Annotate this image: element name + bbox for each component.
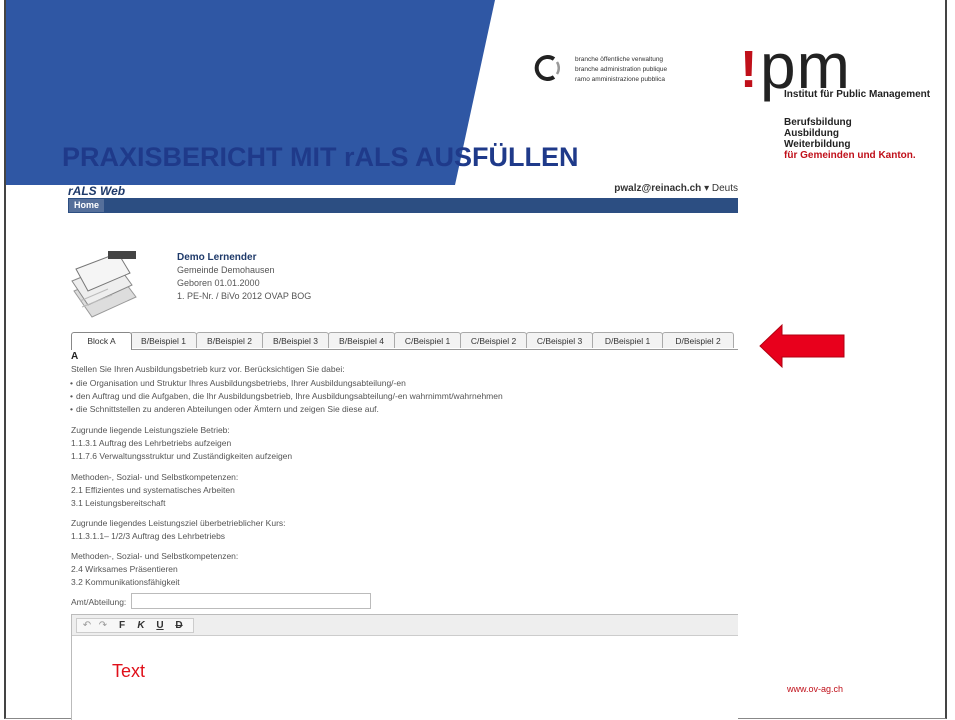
intro-text: Stellen Sie Ihren Ausbildungsbetrieb kur… [71, 364, 345, 374]
user-email[interactable]: pwalz@reinach.ch [614, 183, 701, 194]
bullet-item: den Auftrag und die Aufgaben, die Ihr Au… [70, 391, 503, 401]
footer-url: www.ov-ag.ch [787, 684, 844, 694]
section-item: 3.1 Leistungsbereitschaft [71, 498, 166, 508]
ipm-list-item: Ausbildung [784, 128, 839, 139]
circle-arc-logo-icon [534, 55, 560, 81]
editor-toolbar-group: ↶ ↷ F K U D [76, 618, 194, 633]
ipm-exclaim: ! [740, 41, 758, 99]
section-item: 1.1.3.1.1– 1/2/3 Auftrag des Lehrbetrieb… [71, 531, 226, 541]
red-arrow-left-icon [759, 323, 845, 369]
ipm-list-item-red: für Gemeinden und Kanton. [784, 150, 916, 161]
rals-app-screen: rALS Web pwalz@reinach.ch ▾ Deuts Home D… [68, 183, 738, 720]
rich-text-editor[interactable]: ↶ ↷ F K U D Text [71, 614, 738, 720]
user-area: pwalz@reinach.ch ▾ Deuts [614, 183, 738, 194]
section-heading: Methoden-, Sozial- und Selbstkompetenzen… [71, 551, 239, 561]
editor-placeholder-text: Text [112, 661, 146, 681]
section-item: 1.1.3.1 Auftrag des Lehrbetriebs aufzeig… [71, 438, 232, 448]
tab-b-beispiel-2[interactable]: B/Beispiel 2 [196, 332, 263, 348]
section-item: 2.4 Wirksames Präsentieren [71, 564, 178, 574]
app-title: rALS Web [68, 184, 126, 198]
profile-line: Gemeinde Demohausen [177, 265, 275, 275]
editor-toolbar: ↶ ↷ F K U D [72, 615, 738, 636]
slide-title: PRAXISBERICHT MIT rALS AUSFÜLLEN [62, 142, 579, 172]
tab-d-beispiel-1[interactable]: D/Beispiel 1 [592, 332, 663, 348]
bold-icon[interactable]: F [115, 619, 129, 632]
ipm-logo: ! pm Institut für Public Management [740, 34, 940, 120]
ipm-subtitle: Institut für Public Management [784, 89, 931, 100]
undo-icon[interactable]: ↶ [80, 619, 94, 632]
bullet-item: die Schnittstellen zu anderen Abteilunge… [70, 404, 379, 414]
tab-b-beispiel-4[interactable]: B/Beispiel 4 [328, 332, 395, 348]
redo-icon[interactable]: ↷ [96, 619, 110, 632]
block-heading: A [71, 351, 79, 362]
italic-icon[interactable]: K [134, 619, 148, 632]
tab-bar: Block A B/Beispiel 1 B/Beispiel 2 B/Beis… [71, 331, 738, 350]
underline-icon[interactable]: U [153, 619, 167, 632]
section-heading: Zugrunde liegendes Leistungsziel überbet… [71, 518, 286, 528]
section-item: 3.2 Kommunikationsfähigkeit [71, 577, 180, 587]
amt-abteilung-input[interactable] [131, 593, 371, 609]
amt-abteilung-label: Amt/Abteilung: [71, 597, 127, 607]
profile-line: Geboren 01.01.2000 [177, 278, 260, 288]
branche-line: branche öffentliche verwaltung [575, 56, 664, 63]
section-item: 2.1 Effizientes und systematisches Arbei… [71, 485, 235, 495]
tab-c-beispiel-3[interactable]: C/Beispiel 3 [526, 332, 593, 348]
tab-block-a[interactable]: Block A [71, 332, 132, 350]
ipm-list-item: Berufsbildung [784, 117, 852, 128]
ipm-list-item: Weiterbildung [784, 139, 851, 150]
tab-b-beispiel-1[interactable]: B/Beispiel 1 [130, 332, 197, 348]
profile-info: Demo Lernender Gemeinde Demohausen Gebor… [177, 251, 311, 303]
profile-line: 1. PE-Nr. / BiVo 2012 OVAP BOG [177, 291, 312, 301]
tab-c-beispiel-2[interactable]: C/Beispiel 2 [460, 332, 527, 348]
bullet-item: die Organisation und Struktur Ihres Ausb… [70, 378, 406, 388]
ipm-offer-list: Berufsbildung Ausbildung Weiterbildung f… [784, 117, 916, 161]
section-heading: Zugrunde liegende Leistungsziele Betrieb… [71, 425, 230, 435]
tab-c-beispiel-1[interactable]: C/Beispiel 1 [394, 332, 461, 348]
profile-name: Demo Lernender [177, 252, 257, 263]
nav-home[interactable]: Home [69, 199, 105, 212]
strikethrough-icon[interactable]: D [172, 619, 186, 632]
section-heading: Methoden-, Sozial- und Selbstkompetenzen… [71, 472, 239, 482]
tab-b-beispiel-3[interactable]: B/Beispiel 3 [262, 332, 329, 348]
branche-line: branche administration publique [575, 66, 668, 73]
tab-d-beispiel-2[interactable]: D/Beispiel 2 [662, 332, 734, 348]
language-select[interactable]: ▾ Deuts [704, 183, 738, 194]
navbar: Home [68, 198, 738, 213]
branche-text: branche öffentliche verwaltung branche a… [575, 55, 667, 85]
profile-photo [68, 251, 138, 321]
branche-line: ramo amministrazione pubblica [575, 76, 665, 83]
section-item: 1.1.7.6 Verwaltungsstruktur und Zuständi… [71, 451, 293, 461]
